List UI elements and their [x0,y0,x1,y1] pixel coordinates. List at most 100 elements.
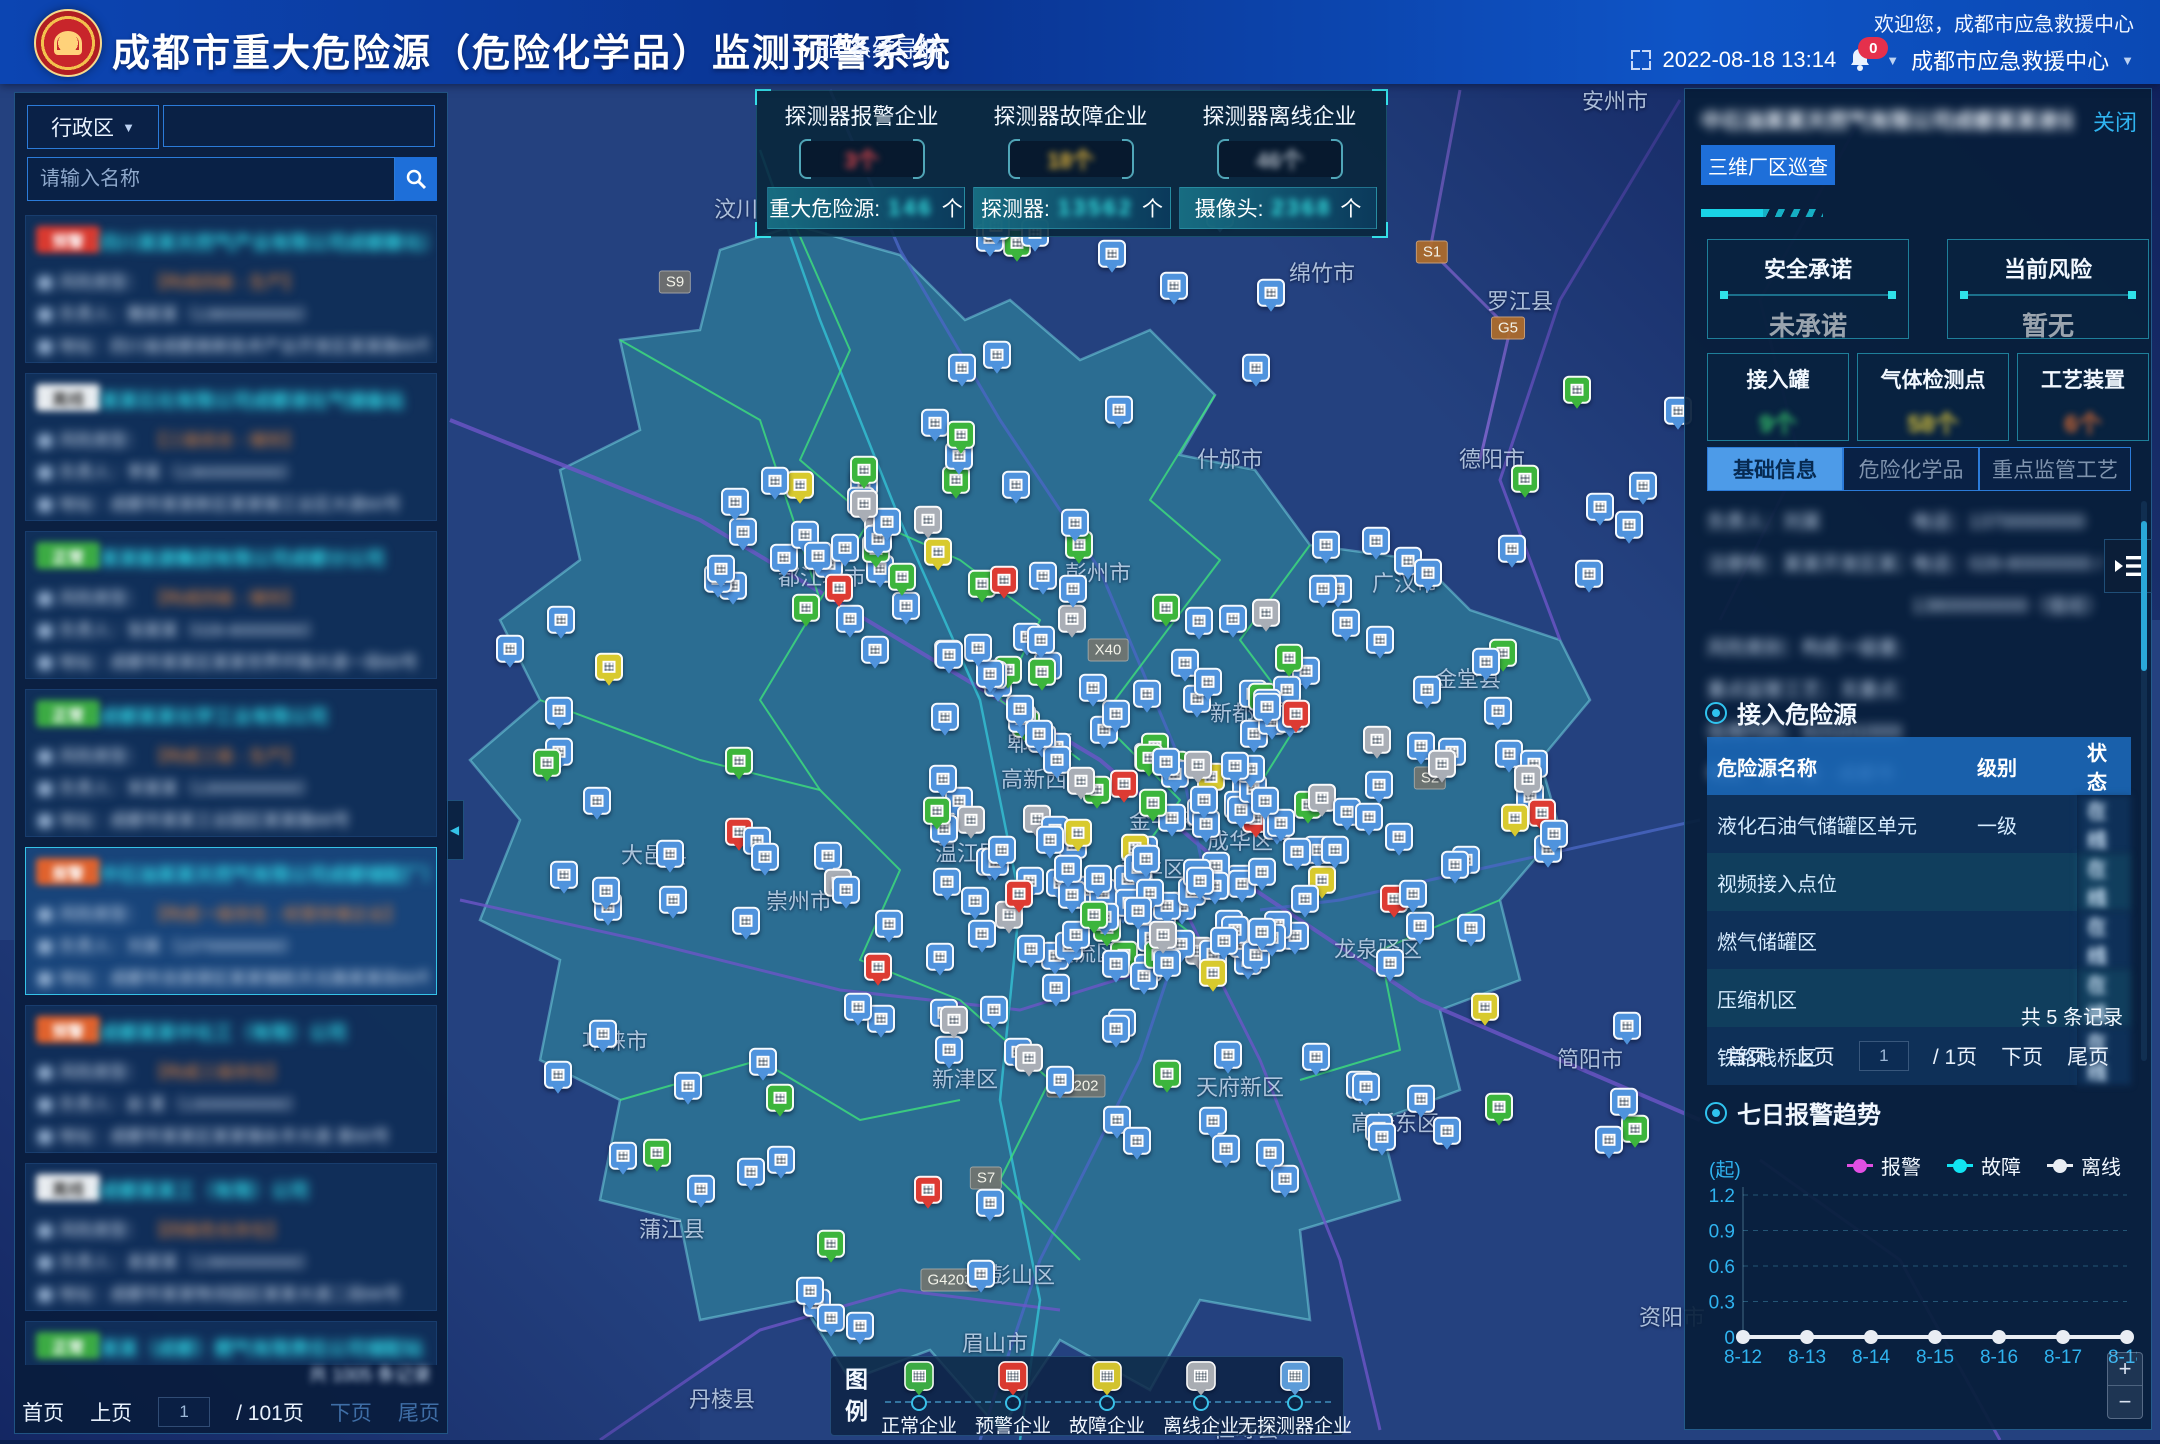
map-marker[interactable] [817,1230,845,1258]
page-number-input[interactable] [1859,1041,1909,1071]
scrollbar-thumb[interactable] [2141,521,2147,671]
system-nav-menu[interactable]: 系统导航 [818,30,941,64]
region-value-field[interactable] [163,105,435,147]
map-marker[interactable] [1124,897,1152,925]
tab-chemicals[interactable]: 危险化学品 [1843,447,1979,491]
map-marker[interactable] [1613,1012,1641,1040]
map-marker[interactable] [687,1175,715,1203]
map-marker[interactable] [1185,607,1213,635]
map-marker[interactable] [1248,858,1276,886]
map-marker[interactable] [1036,825,1064,853]
map-marker[interactable] [967,1260,995,1288]
tab-key-process[interactable]: 重点监管工艺 [1979,447,2131,491]
map-marker[interactable] [737,1158,765,1186]
prev-page-button[interactable]: 上页 [1793,1041,1835,1071]
map-marker[interactable] [1248,918,1276,946]
map-marker[interactable] [1212,1135,1240,1163]
map-marker[interactable] [1282,700,1310,728]
last-page-button[interactable]: 尾页 [2067,1041,2109,1071]
map-marker[interactable] [1365,771,1393,799]
map-marker[interactable] [1563,375,1591,403]
map-marker[interactable] [1352,1073,1380,1101]
map-marker[interactable] [732,907,760,935]
map-marker[interactable] [825,573,853,601]
zoom-out-button[interactable]: − [2108,1386,2142,1418]
page-number-input[interactable] [158,1397,210,1427]
map-marker[interactable] [1586,493,1614,521]
map-marker[interactable] [1017,935,1045,963]
map-marker[interactable] [1059,574,1087,602]
search-button[interactable] [395,157,437,201]
map-marker[interactable] [1084,865,1112,893]
map-marker[interactable] [533,749,561,777]
company-list-item[interactable]: 预警成都某某中化工（有限）公司风险类型： 【构成三级存在】负责人：赵 某（130… [25,1005,437,1153]
map-marker[interactable] [1025,720,1053,748]
map-marker[interactable] [550,861,578,889]
company-list-item[interactable]: 报警中石油某某天然气有限公司成都储配厂站风险类型： 【构成一级存在 - 经营存储… [25,847,437,995]
map-marker[interactable] [792,594,820,622]
map-marker[interactable] [914,506,942,534]
first-page-button[interactable]: 首页 [22,1397,64,1427]
map-marker[interactable] [846,1312,874,1340]
map-marker[interactable] [1511,464,1539,492]
map-marker[interactable] [804,542,832,570]
map-marker[interactable] [1079,674,1107,702]
map-marker[interactable] [1428,749,1456,777]
map-marker[interactable] [948,354,976,382]
map-marker[interactable] [1098,240,1126,268]
map-marker[interactable] [957,805,985,833]
zoom-in-button[interactable]: + [2108,1353,2142,1386]
map-marker[interactable] [914,1175,942,1203]
map-marker[interactable] [1399,880,1427,908]
map-marker[interactable] [1123,1127,1151,1155]
map-marker[interactable] [1414,559,1442,587]
map-marker[interactable] [1110,770,1138,798]
map-marker[interactable] [1152,747,1180,775]
map-marker[interactable] [674,1071,702,1099]
map-marker[interactable] [544,1061,572,1089]
map-marker[interactable] [926,943,954,971]
map-marker[interactable] [1283,838,1311,866]
map-marker[interactable] [929,765,957,793]
map-marker[interactable] [1457,914,1485,942]
map-marker[interactable] [796,1277,824,1305]
map-marker[interactable] [1471,993,1499,1021]
map-marker[interactable] [1046,1066,1074,1094]
map-marker[interactable] [1061,509,1089,537]
map-marker[interactable] [1413,675,1441,703]
map-marker[interactable] [1242,354,1270,382]
map-marker[interactable] [1495,740,1523,768]
hazard-table-row[interactable]: 燃气储罐区在线 [1707,911,2131,969]
region-filter-dropdown[interactable]: 行政区 ▼ [27,105,159,149]
map-marker[interactable] [1105,396,1133,424]
map-marker[interactable] [592,877,620,905]
search-input[interactable] [27,157,395,201]
map-marker[interactable] [1067,767,1095,795]
map-marker[interactable] [1102,1015,1130,1043]
map-marker[interactable] [1291,884,1319,912]
map-marker[interactable] [1152,594,1180,622]
map-marker[interactable] [1540,820,1568,848]
map-marker[interactable] [831,534,859,562]
map-marker[interactable] [496,634,524,662]
first-page-button[interactable]: 首页 [1727,1041,1769,1071]
map-marker[interactable] [935,640,963,668]
map-marker[interactable] [968,920,996,948]
map-marker[interactable] [545,696,573,724]
next-page-button[interactable]: 下页 [2001,1041,2043,1071]
map-marker[interactable] [595,652,623,680]
sidebar-collapse-toggle[interactable]: ◀ [446,800,464,860]
prev-page-button[interactable]: 上页 [90,1397,132,1427]
map-marker[interactable] [976,1189,1004,1217]
map-marker[interactable] [1498,535,1526,563]
map-marker[interactable] [1102,950,1130,978]
map-marker[interactable] [832,876,860,904]
map-marker[interactable] [988,836,1016,864]
map-marker[interactable] [609,1142,637,1170]
map-marker[interactable] [766,1084,794,1112]
map-marker[interactable] [547,606,575,634]
map-marker[interactable] [721,488,749,516]
map-marker[interactable] [921,409,949,437]
map-marker[interactable] [767,1146,795,1174]
map-marker[interactable] [583,786,611,814]
